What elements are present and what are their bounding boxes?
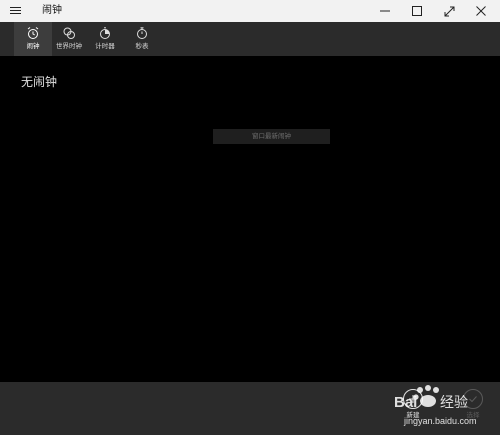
watermark-text: 经验 [440,395,468,411]
alarm-app-window: 闹钟 闹钟 世界时钟 计时器 秒表 无闹钟 窗口最新闹钟 新建 选择 Bai 经… [0,0,500,435]
watermark-brand-text: Bai [394,394,417,411]
watermark-url: jingyan.baidu.com [403,416,477,426]
window-title: 闹钟 [42,5,62,16]
baidu-jingyan-watermark: Bai 经验 jingyan.baidu.com [348,384,478,430]
nav-tabs: 闹钟 世界时钟 计时器 秒表 [0,22,500,56]
fullscreen-icon [444,6,454,16]
tab-stopwatch-label: 秒表 [135,42,149,50]
maximize-button[interactable] [402,0,432,22]
minimize-icon [380,10,390,12]
tab-stopwatch[interactable]: 秒表 [125,22,159,56]
hint-box: 窗口最新闹钟 [213,129,330,144]
timer-icon [100,27,110,39]
world-clock-icon [63,27,75,39]
tab-world-clock-label: 世界时钟 [56,42,82,50]
baidu-paw-logo-icon: Bai 经验 jingyan.baidu.com [394,385,477,426]
minimize-button[interactable] [370,0,400,22]
hamburger-menu-icon[interactable] [10,6,22,16]
alarm-list-area: 无闹钟 窗口最新闹钟 [0,56,500,382]
title-bar: 闹钟 [0,0,500,22]
stopwatch-icon [137,27,147,39]
maximize-icon [412,6,422,16]
close-icon [476,6,486,16]
close-button[interactable] [466,0,496,22]
tab-timer-label: 计时器 [95,42,115,50]
tab-alarm[interactable]: 闹钟 [14,22,52,56]
alarm-clock-icon [27,27,39,39]
tab-alarm-label: 闹钟 [26,42,40,50]
tab-timer[interactable]: 计时器 [90,22,120,56]
fullscreen-button[interactable] [434,0,464,22]
tab-world-clock[interactable]: 世界时钟 [53,22,85,56]
no-alarms-label: 无闹钟 [21,75,58,89]
